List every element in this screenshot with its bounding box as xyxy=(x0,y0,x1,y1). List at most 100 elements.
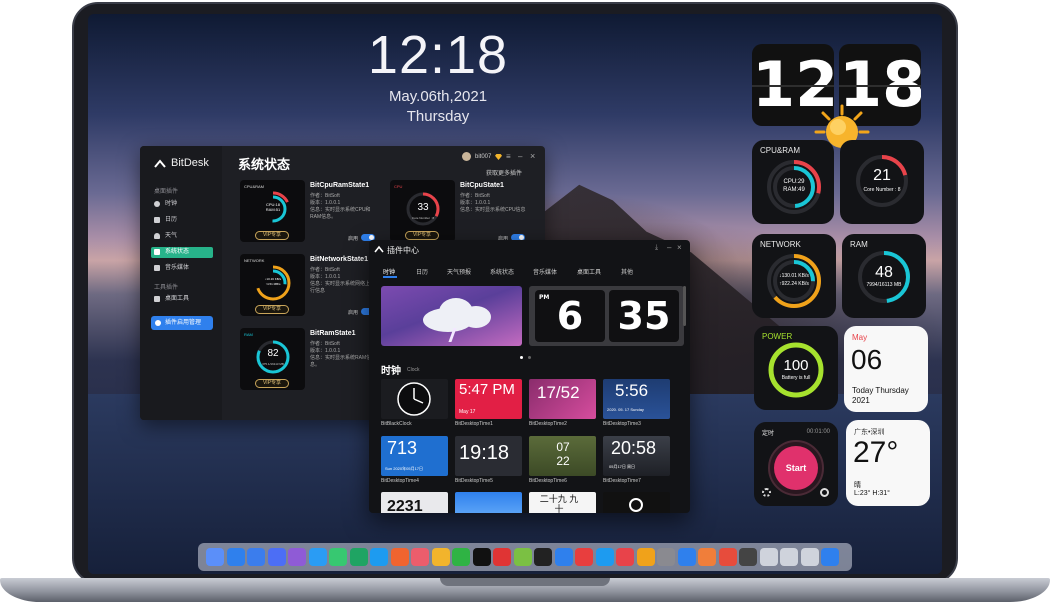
banner-flip-clock[interactable]: PM 6 35 xyxy=(529,286,684,346)
tile-bitdesktoptime3[interactable]: 5:56 2020. 05. 17 Sunday xyxy=(603,379,670,419)
download-icon[interactable]: ⤓ xyxy=(655,244,658,252)
plugin-manage-button[interactable]: 插件启用管理 xyxy=(151,316,213,330)
desktop-clock-weekday: Thursday xyxy=(406,108,470,125)
dock-app-icon[interactable] xyxy=(739,548,757,566)
cpu-ram-widget[interactable]: CPU&RAM CPU:29 RAM:49 xyxy=(752,140,834,224)
minimize-icon[interactable]: – xyxy=(518,152,522,161)
tile-row3-1[interactable]: 2231 xyxy=(381,492,448,513)
dock-app-icon[interactable] xyxy=(513,548,532,566)
plugin-thumb-ram[interactable]: RAM 82 375.1/16113 MB VIP专享 xyxy=(240,328,305,390)
network-widget[interactable]: NETWORK ↓130.01 KB/s ↑922.24 KB/s xyxy=(752,234,836,318)
tab-system-status[interactable]: 系统状态 xyxy=(490,267,514,276)
dock-app-icon[interactable] xyxy=(206,548,224,566)
dock-app-icon[interactable] xyxy=(554,548,573,566)
dock-app-icon[interactable] xyxy=(493,548,511,566)
plugin-thumb-cpuram[interactable]: CPU&RAM CPU:18 RAM:51 VIP专享 xyxy=(240,180,305,242)
dock-app-icon[interactable] xyxy=(431,548,450,566)
close-icon[interactable]: × xyxy=(677,243,682,252)
banner-flip-hour: PM 6 xyxy=(535,290,605,342)
dock-app-icon[interactable] xyxy=(390,548,409,566)
dock-app-icon[interactable] xyxy=(370,548,388,566)
menu-icon[interactable]: ≡ xyxy=(506,152,511,161)
plugin-thumb-cpu[interactable]: CPU 33 Core Number : 8 VIP专享 xyxy=(390,180,455,242)
sidebar-item-calendar[interactable]: 日历 xyxy=(151,215,213,226)
plugin-thumb-network[interactable]: NETWORK ↓10.16 KB/s ↑4.51 MB/s VIP专享 xyxy=(240,254,305,316)
avatar[interactable] xyxy=(462,152,471,161)
dock-app-icon[interactable] xyxy=(226,548,245,566)
dock-app-icon[interactable] xyxy=(595,548,614,566)
product-render: 12:18 May.06th,2021 Thursday 12 18 CPU&R… xyxy=(0,0,1050,613)
dock-app-icon[interactable] xyxy=(718,548,737,566)
calendar-widget[interactable]: May 06 Today Thursday 2021 xyxy=(844,326,928,412)
tab-music[interactable]: 音乐媒体 xyxy=(533,267,557,276)
tile-bitdesktoptime5[interactable]: 19:18 xyxy=(455,436,522,476)
close-icon[interactable]: × xyxy=(530,151,535,161)
grid-icon xyxy=(154,296,160,302)
dock-app-icon[interactable] xyxy=(677,548,696,566)
dock-app-icon[interactable] xyxy=(657,548,675,566)
clock-icon[interactable] xyxy=(820,488,829,497)
sidebar-item-music[interactable]: 音乐媒体 xyxy=(151,263,213,274)
sidebar-item-system-status[interactable]: 系统状态 xyxy=(151,247,213,258)
dock-app-icon[interactable] xyxy=(329,548,347,566)
sidebar-item-clock[interactable]: 时钟 xyxy=(151,199,213,210)
sidebar-item-weather[interactable]: 天气 xyxy=(151,231,213,242)
tile-date: 05月17日 周日 xyxy=(609,464,636,469)
username[interactable]: bit007 xyxy=(475,154,491,160)
plugin-version: 版本：1.0.0.1 xyxy=(460,200,491,206)
timer-start-button[interactable]: Start xyxy=(774,446,818,490)
tile-row3-3[interactable]: 二十九 九十 xyxy=(529,492,596,513)
dock-app-icon[interactable] xyxy=(636,548,655,566)
plugin-description: 信息：实时显示系统RAM信息。 xyxy=(310,355,372,368)
dock-app-icon[interactable] xyxy=(698,548,716,566)
tile-row3-2[interactable] xyxy=(455,492,522,513)
sidebar-item-desktop-tools[interactable]: 桌面工具 xyxy=(151,294,213,305)
dock-app-icon[interactable] xyxy=(780,548,798,566)
dock-app-icon[interactable] xyxy=(267,548,286,566)
gear-icon[interactable] xyxy=(762,488,771,497)
carousel-dot-active[interactable] xyxy=(520,356,523,359)
dock-app-icon[interactable] xyxy=(575,548,593,566)
tab-desktop-tools[interactable]: 桌面工具 xyxy=(577,267,601,276)
tab-other[interactable]: 其他 xyxy=(621,267,633,276)
tile-date: May 17 xyxy=(459,409,476,415)
bitdesk-logo-icon xyxy=(154,159,166,168)
dock-app-icon[interactable] xyxy=(349,548,368,566)
carousel-dot[interactable] xyxy=(528,356,531,359)
plugin-center-window[interactable]: 插件中心 ⤓ – × 时钟 日历 天气预报 系统状态 音乐媒体 桌面工具 其他 … xyxy=(369,240,690,513)
tile-bitdesktoptime2[interactable]: 17/52 xyxy=(529,379,596,419)
dock-app-icon[interactable] xyxy=(288,548,306,566)
tile-time: 5:47 PM xyxy=(459,381,515,398)
minimize-icon[interactable]: – xyxy=(667,243,671,252)
timer-widget[interactable]: 定时 00:01:00 Start xyxy=(754,422,838,506)
dock-app-icon[interactable] xyxy=(534,548,552,566)
tab-clock[interactable]: 时钟 xyxy=(383,267,395,276)
banner-weather-clouds[interactable] xyxy=(381,286,522,346)
dock-app-icon[interactable] xyxy=(452,548,470,566)
dock-app-icon[interactable] xyxy=(616,548,634,566)
ram-widget[interactable]: RAM 48 7994/16113 MB xyxy=(842,234,926,318)
dock-app-icon[interactable] xyxy=(472,548,491,566)
get-more-plugins-link[interactable]: 获取更多插件 xyxy=(486,168,522,177)
dock-app-icon[interactable] xyxy=(800,548,819,566)
tile-bitblackclock[interactable] xyxy=(381,379,448,419)
tile-bitdesktoptime1[interactable]: 5:47 PM May 17 xyxy=(455,379,522,419)
calendar-icon xyxy=(154,217,160,223)
cpu-widget[interactable]: 21 Core Number : 8 xyxy=(840,140,924,224)
tile-row3-4[interactable] xyxy=(603,492,670,513)
dock-app-icon[interactable] xyxy=(308,548,327,566)
bitdesk-sidebar: BitDesk 桌面插件 时钟 日历 天气 系统状态 音乐媒体 工具插件 桌面工… xyxy=(140,146,222,420)
dock-app-icon[interactable] xyxy=(821,548,839,566)
dock-app-icon[interactable] xyxy=(411,548,429,566)
vertical-scrollbar[interactable] xyxy=(683,286,686,326)
weather-widget[interactable]: 广东•深圳 27° 晴 L:23° H:31° xyxy=(846,420,930,506)
tab-calendar[interactable]: 日历 xyxy=(416,267,428,276)
dock-app-icon[interactable] xyxy=(759,548,778,566)
tile-bitdesktoptime4[interactable]: 713 Sun 2020年05月17日 xyxy=(381,436,448,476)
vip-diamond-icon xyxy=(495,154,502,160)
tile-bitdesktoptime7[interactable]: 20:58 05月17日 周日 xyxy=(603,436,670,476)
dock-app-icon[interactable] xyxy=(247,548,265,566)
power-widget[interactable]: POWER 100 Battery is full xyxy=(754,326,838,410)
tile-bitdesktoptime6[interactable]: 07 22 xyxy=(529,436,596,476)
tab-weather[interactable]: 天气预报 xyxy=(447,267,471,276)
